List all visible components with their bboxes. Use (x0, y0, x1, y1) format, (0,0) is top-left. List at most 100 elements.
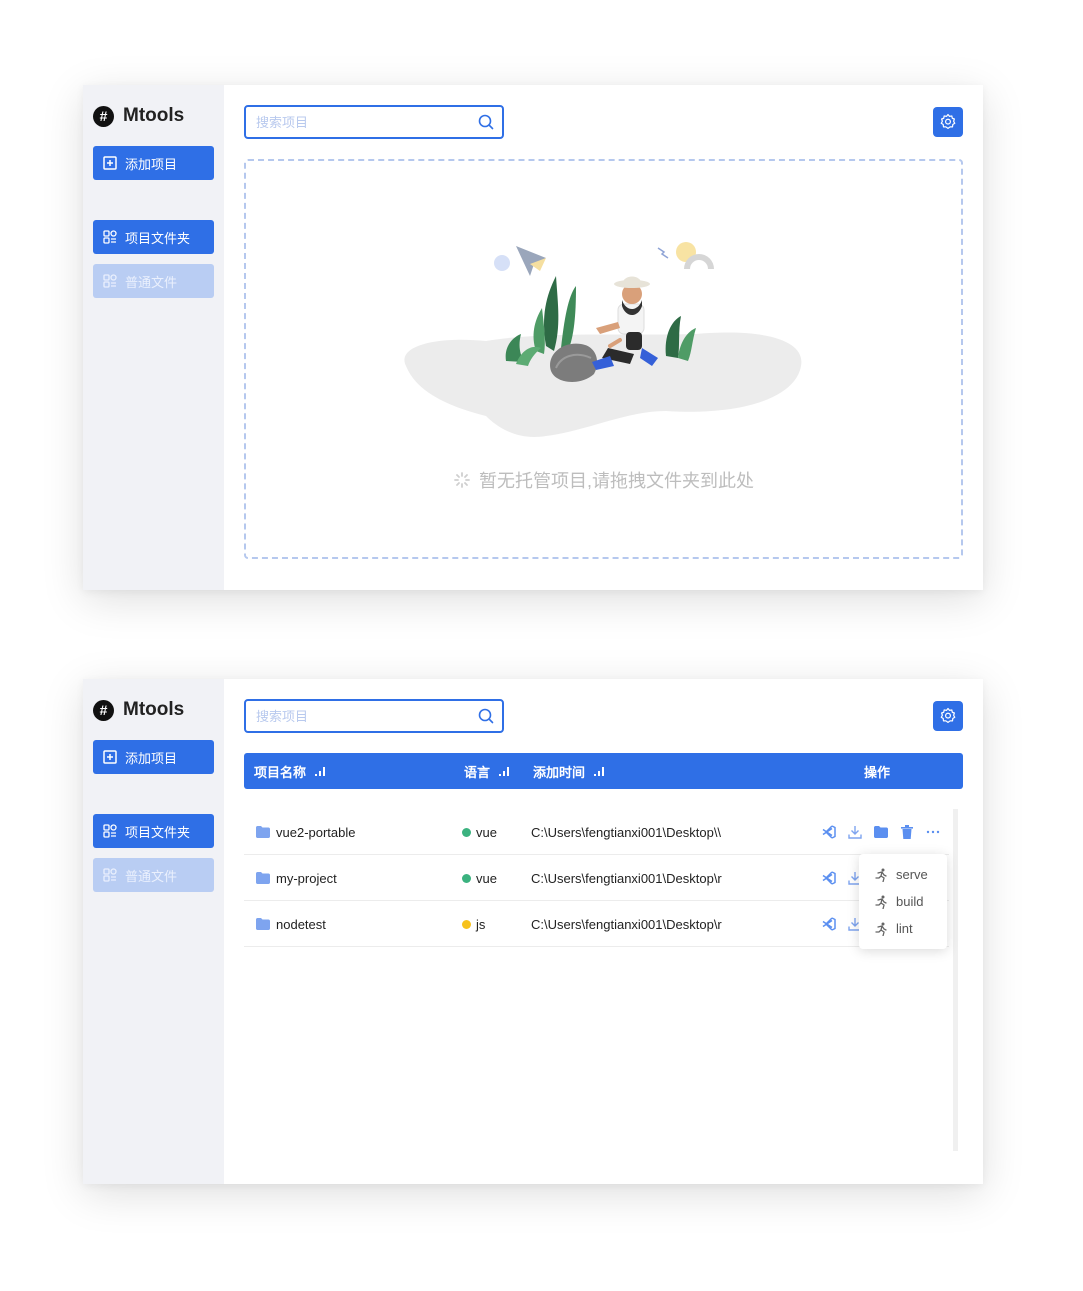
settings-button[interactable] (933, 107, 963, 137)
row-actions (816, 809, 946, 855)
sidebar: # Mtools 添加项目 项目文件夹 普通文件 (83, 679, 224, 1184)
menu-item-label: serve (896, 867, 928, 882)
project-path: C:\Users\fengtianxi001\Desktop\\ (531, 824, 722, 840)
app-title: Mtools (123, 699, 185, 720)
sidebar: # Mtools 添加项目 项目文件夹 普通文件 (83, 85, 224, 590)
lang-dot (462, 873, 471, 883)
search-icon[interactable] (478, 708, 494, 724)
table-body: vue2-portable vue C:\Users\fengtianxi001… (244, 809, 963, 1151)
table-row[interactable]: nodetest js C:\Users\fengtianxi001\Deskt… (244, 901, 949, 947)
table-header: 项目名称 语言 添加时间 操作 (244, 753, 963, 789)
drop-zone[interactable]: 暂无托管项目,请拖拽文件夹到此处 (244, 159, 963, 559)
vscode-icon[interactable] (816, 917, 842, 931)
run-icon (875, 868, 887, 882)
folder-icon (256, 826, 270, 838)
gear-icon (940, 113, 956, 129)
table-row[interactable]: my-project vue C:\Users\fengtianxi001\De… (244, 855, 949, 901)
grid-icon (103, 824, 117, 838)
add-project-button[interactable]: 添加项目 (93, 146, 214, 180)
vscode-icon[interactable] (816, 825, 842, 839)
nav-project-folder-label: 项目文件夹 (125, 230, 191, 246)
menu-item-label: lint (896, 921, 913, 936)
plus-square-icon (103, 750, 117, 764)
header-time[interactable]: 添加时间 (533, 753, 605, 789)
ellipsis-icon[interactable] (920, 830, 946, 834)
folder-icon (256, 918, 270, 930)
search-box[interactable] (244, 699, 504, 733)
path-cell: C:\Users\fengtianxi001\Desktop\r (531, 855, 739, 901)
scrollbar[interactable] (953, 809, 958, 1151)
lang-label: vue (476, 870, 497, 886)
logo: # Mtools (93, 105, 214, 127)
folder-icon (256, 872, 270, 884)
settings-button[interactable] (933, 701, 963, 731)
path-cell: C:\Users\fengtianxi001\Desktop\r (531, 901, 739, 947)
header-ops-label: 操作 (864, 764, 891, 780)
nav-project-folder[interactable]: 项目文件夹 (93, 814, 214, 848)
plus-square-icon (103, 156, 117, 170)
header-name[interactable]: 项目名称 (254, 753, 326, 789)
spinner-icon (454, 472, 470, 488)
nav-project-folder-label: 项目文件夹 (125, 824, 191, 840)
header-time-label: 添加时间 (533, 764, 586, 780)
download-icon[interactable] (842, 825, 868, 839)
script-menu: serve build lint (859, 854, 947, 949)
project-path: C:\Users\fengtianxi001\Desktop\r (531, 916, 722, 932)
nav-normal-files[interactable]: 普通文件 (93, 858, 214, 892)
lang-cell: js (462, 901, 522, 947)
search-icon[interactable] (478, 114, 494, 130)
sort-bars-icon (594, 766, 605, 776)
project-path: C:\Users\fengtianxi001\Desktop\r (531, 870, 722, 886)
add-project-label: 添加项目 (125, 156, 178, 172)
add-project-label: 添加项目 (125, 750, 178, 766)
header-ops: 操作 (864, 753, 890, 789)
empty-illustration (404, 242, 802, 437)
search-input[interactable] (246, 107, 461, 137)
vscode-icon[interactable] (816, 871, 842, 885)
run-icon (875, 922, 887, 936)
gear-icon (940, 707, 956, 723)
grid-icon (103, 274, 117, 288)
add-project-button[interactable]: 添加项目 (93, 740, 214, 774)
empty-message: 暂无托管项目,请拖拽文件夹到此处 (246, 467, 961, 493)
header-lang[interactable]: 语言 (464, 753, 510, 789)
lang-dot (462, 919, 471, 929)
project-name-cell: vue2-portable (256, 809, 456, 855)
grid-icon (103, 230, 117, 244)
empty-message-text: 暂无托管项目,请拖拽文件夹到此处 (479, 471, 754, 491)
project-name: my-project (276, 870, 337, 886)
app-window-list: # Mtools 添加项目 项目文件夹 普通文件 项目名称 (83, 679, 983, 1184)
run-icon (875, 895, 887, 909)
search-box[interactable] (244, 105, 504, 139)
main-panel: 项目名称 语言 添加时间 操作 vue2-portable (224, 679, 983, 1184)
path-cell: C:\Users\fengtianxi001\Desktop\\ (531, 809, 739, 855)
nav-normal-files-label: 普通文件 (125, 868, 178, 884)
header-lang-label: 语言 (464, 764, 491, 780)
folder-icon[interactable] (868, 826, 894, 838)
grid-icon (103, 868, 117, 882)
menu-item-serve[interactable]: serve (859, 861, 947, 888)
main-panel: 暂无托管项目,请拖拽文件夹到此处 (224, 85, 983, 590)
hash-icon: # (93, 699, 114, 721)
lang-cell: vue (462, 855, 522, 901)
table-row[interactable]: vue2-portable vue C:\Users\fengtianxi001… (244, 809, 949, 855)
trash-icon[interactable] (894, 825, 920, 839)
app-title: Mtools (123, 105, 185, 126)
menu-item-build[interactable]: build (859, 888, 947, 915)
lang-dot (462, 827, 471, 837)
sort-bars-icon (315, 766, 326, 776)
sort-bars-icon (499, 766, 510, 776)
lang-label: js (476, 916, 486, 932)
hash-icon: # (93, 105, 114, 127)
search-input[interactable] (246, 701, 461, 731)
nav-project-folder[interactable]: 项目文件夹 (93, 220, 214, 254)
nav-normal-files[interactable]: 普通文件 (93, 264, 214, 298)
lang-cell: vue (462, 809, 522, 855)
project-name-cell: my-project (256, 855, 456, 901)
app-window-empty: # Mtools 添加项目 项目文件夹 普通文件 搜索项目 暂无托管项目,请拖拽… (83, 85, 983, 590)
project-name: vue2-portable (276, 824, 356, 840)
project-name-cell: nodetest (256, 901, 456, 947)
logo: # Mtools (93, 699, 214, 721)
menu-item-lint[interactable]: lint (859, 915, 947, 942)
header-name-label: 项目名称 (254, 764, 307, 780)
